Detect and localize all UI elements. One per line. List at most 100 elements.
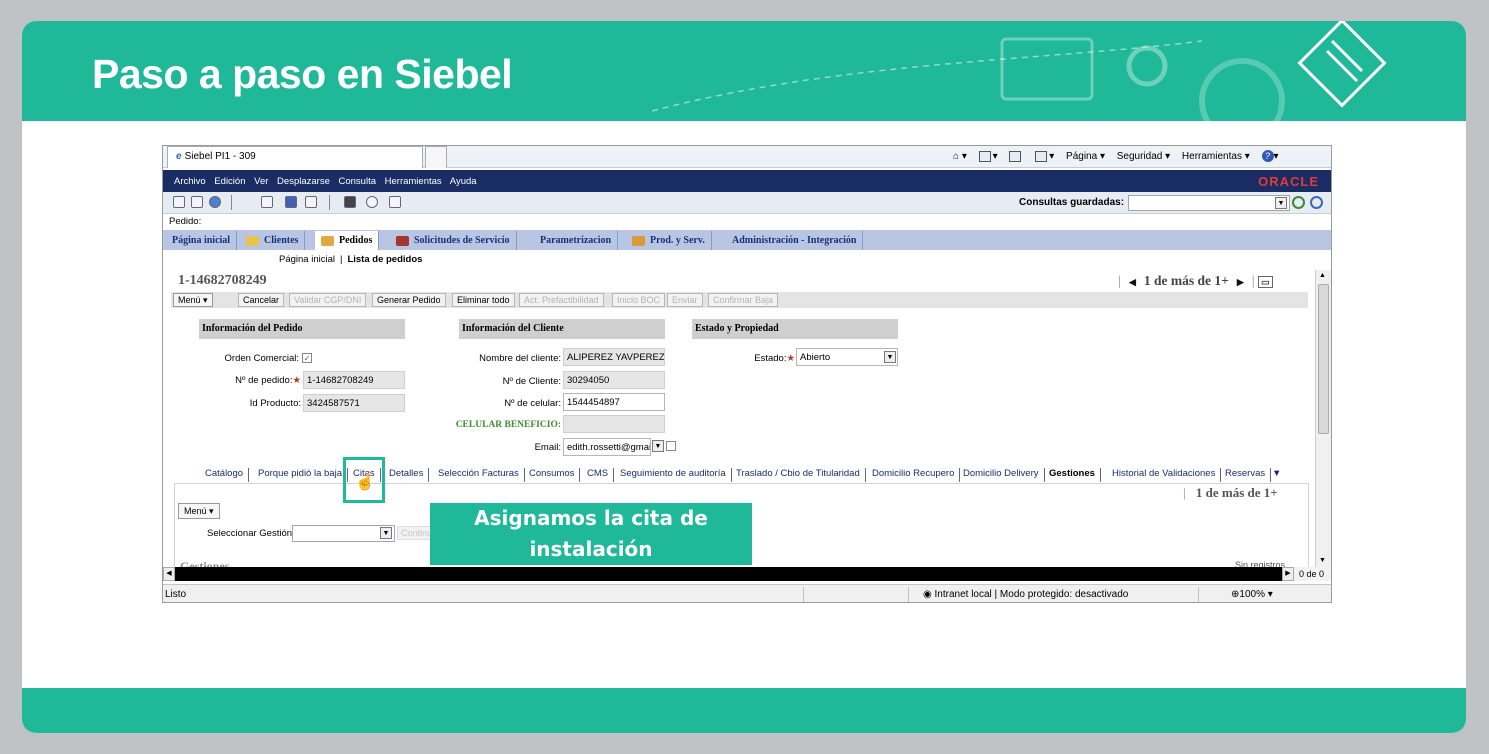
more-info-icon[interactable]: ▭ bbox=[1258, 276, 1273, 288]
inicio-boc-button[interactable]: Inicio BOC bbox=[612, 293, 666, 307]
subtab-traslado[interactable]: Traslado / Cbio de Titularidad bbox=[731, 468, 866, 482]
tab-pagina-inicial[interactable]: Página inicial bbox=[166, 231, 238, 250]
email-field[interactable]: edith.rossetti@gmai bbox=[563, 438, 651, 456]
find-icon[interactable] bbox=[261, 196, 273, 208]
subtab-catalogo[interactable]: Catálogo bbox=[200, 468, 250, 482]
search-all-icon[interactable] bbox=[1310, 196, 1323, 209]
subtab-reservas[interactable]: Reservas bbox=[1220, 468, 1272, 482]
home-icon[interactable]: ⌂ ▾ bbox=[953, 151, 967, 162]
estado-section-header: Estado y Propiedad bbox=[692, 319, 898, 339]
chart-icon[interactable] bbox=[389, 196, 401, 208]
subtab-domicilio-recupero[interactable]: Domicilio Recupero bbox=[867, 468, 961, 482]
menu-desplazarse[interactable]: Desplazarse bbox=[277, 176, 330, 187]
statusbar-divider bbox=[908, 587, 909, 602]
new-tab-button[interactable] bbox=[425, 146, 447, 168]
instruction-callout: Asignamos la cita de instalación bbox=[430, 503, 752, 565]
chevron-down-icon[interactable]: ▼ bbox=[380, 527, 392, 539]
generar-pedido-button[interactable]: Generar Pedido bbox=[372, 293, 446, 307]
tab-clientes[interactable]: Clientes bbox=[240, 231, 306, 250]
subtab-consumos[interactable]: Consumos bbox=[524, 468, 581, 482]
breadcrumb-home[interactable]: Página inicial bbox=[279, 254, 335, 265]
subtab-domicilio-delivery[interactable]: Domicilio Delivery bbox=[958, 468, 1045, 482]
saved-queries-select[interactable]: ▼ bbox=[1128, 195, 1290, 211]
siebel-screenshot: e Siebel PI1 - 309 ⌂ ▾ ▾ ▾ Página ▾ Segur… bbox=[162, 145, 1332, 603]
menu-button[interactable]: Menú ▾ bbox=[173, 293, 213, 307]
browser-tab[interactable]: e Siebel PI1 - 309 bbox=[167, 146, 423, 168]
new-record-icon[interactable] bbox=[173, 196, 185, 208]
page-menu[interactable]: Página ▾ bbox=[1066, 151, 1105, 162]
mail-icon[interactable] bbox=[1009, 150, 1023, 162]
query-icon[interactable] bbox=[285, 196, 297, 208]
more-tabs-icon[interactable]: ▼ bbox=[1267, 468, 1286, 482]
tools-menu[interactable]: Herramientas ▾ bbox=[1182, 151, 1250, 162]
footer-bar bbox=[22, 688, 1466, 733]
copy-icon[interactable] bbox=[191, 196, 203, 208]
print-icon[interactable] bbox=[344, 196, 356, 208]
main-tabs: Página inicial Clientes Pedidos Solicitu… bbox=[163, 230, 1331, 250]
horizontal-scrollbar[interactable]: ◀ ▶ 0 de 0 bbox=[163, 567, 1331, 581]
eliminar-todo-button[interactable]: Eliminar todo bbox=[452, 293, 515, 307]
menu-archivo[interactable]: Archivo bbox=[174, 176, 206, 187]
email-checkbox[interactable] bbox=[666, 441, 676, 451]
prev-record-icon[interactable]: ◀ bbox=[1129, 277, 1136, 287]
subtab-gestiones[interactable]: Gestiones bbox=[1044, 468, 1101, 482]
help-icon[interactable]: ? ▾ bbox=[1261, 150, 1279, 162]
product-icon bbox=[632, 235, 645, 246]
briefcase-icon bbox=[396, 235, 409, 246]
banner-decoration-icon bbox=[651, 21, 1387, 121]
form-actions: Menú ▾ Cancelar Validar CGP/DNI Generar … bbox=[171, 292, 1308, 308]
clock-icon[interactable] bbox=[366, 196, 378, 208]
print-icon[interactable]: ▾ bbox=[1035, 150, 1054, 162]
menu-edicion[interactable]: Edición bbox=[214, 176, 245, 187]
menu-ver[interactable]: Ver bbox=[254, 176, 268, 187]
celular-field[interactable]: 1544454897 bbox=[563, 393, 665, 411]
next-record-icon[interactable]: ▶ bbox=[1237, 277, 1244, 287]
enviar-button[interactable]: Enviar bbox=[667, 293, 703, 307]
confirmar-baja-button[interactable]: Confirmar Baja bbox=[708, 293, 779, 307]
subtab-cms[interactable]: CMS bbox=[582, 468, 615, 482]
subtab-seleccion-facturas[interactable]: Selección Facturas bbox=[433, 468, 525, 482]
tab-solicitudes[interactable]: Solicitudes de Servicio bbox=[390, 231, 517, 250]
validar-cgp-button[interactable]: Validar CGP/DNI bbox=[289, 293, 367, 307]
zoom-level[interactable]: ⊕100% ▾ bbox=[1231, 589, 1273, 600]
scroll-left-icon[interactable]: ◀ bbox=[163, 567, 175, 581]
menu-consulta[interactable]: Consulta bbox=[339, 176, 377, 187]
browser-statusbar: Listo ◉ Intranet local | Modo protegido:… bbox=[163, 584, 1331, 602]
search-icon[interactable] bbox=[1292, 196, 1305, 209]
seleccionar-gestion-select[interactable]: ▼ bbox=[292, 525, 395, 542]
menu-ayuda[interactable]: Ayuda bbox=[450, 176, 477, 187]
tab-prod-serv[interactable]: Prod. y Serv. bbox=[626, 231, 712, 250]
tab-administracion[interactable]: Administración - Integración bbox=[726, 231, 864, 250]
numero-pedido-field: 1-14682708249 bbox=[303, 371, 405, 389]
subtab-porque-baja[interactable]: Porque pidió la baja bbox=[253, 468, 348, 482]
estado-select[interactable]: Abierto bbox=[796, 348, 898, 366]
id-producto-field: 3424587571 bbox=[303, 394, 405, 412]
subtab-detalles[interactable]: Detalles bbox=[384, 468, 430, 482]
notes-icon[interactable] bbox=[305, 196, 317, 208]
globe-icon[interactable] bbox=[209, 196, 221, 208]
num-cliente-label: Nº de Cliente: bbox=[502, 376, 561, 387]
feeds-icon[interactable]: ▾ bbox=[978, 150, 998, 162]
sub-menu-button[interactable]: Menú ▾ bbox=[178, 503, 220, 519]
scroll-right-icon[interactable]: ▶ bbox=[1282, 567, 1294, 581]
vertical-scrollbar[interactable]: ▲ ▼ bbox=[1315, 270, 1331, 567]
menu-herramientas[interactable]: Herramientas bbox=[385, 176, 442, 187]
chevron-down-icon[interactable]: ▼ bbox=[884, 351, 896, 363]
scroll-up-icon[interactable]: ▲ bbox=[1319, 272, 1326, 279]
tab-parametrizacion[interactable]: Parametrizacion bbox=[534, 231, 619, 250]
act-prefactibilidad-button[interactable]: Act. Prefactibilidad bbox=[519, 293, 604, 307]
scroll-thumb[interactable] bbox=[1318, 284, 1329, 434]
chevron-down-icon[interactable]: ▼ bbox=[1275, 197, 1287, 209]
toolbar-divider bbox=[231, 195, 232, 210]
nombre-cliente-label: Nombre del cliente: bbox=[479, 353, 561, 364]
id-producto-label: Id Producto: bbox=[249, 398, 301, 409]
subtab-seguimiento[interactable]: Seguimiento de auditoría bbox=[615, 468, 732, 482]
celular-beneficio-label: CELULAR BENEFICIO: bbox=[455, 420, 561, 430]
email-dropdown-icon[interactable]: ▼ bbox=[652, 440, 664, 452]
subtab-historial[interactable]: Historial de Validaciones bbox=[1107, 468, 1222, 482]
cancelar-button[interactable]: Cancelar bbox=[238, 293, 285, 307]
orden-comercial-checkbox[interactable]: ✓ bbox=[302, 353, 312, 363]
scroll-down-icon[interactable]: ▼ bbox=[1319, 557, 1326, 564]
security-menu[interactable]: Seguridad ▾ bbox=[1117, 151, 1170, 162]
tab-pedidos[interactable]: Pedidos bbox=[315, 231, 380, 250]
